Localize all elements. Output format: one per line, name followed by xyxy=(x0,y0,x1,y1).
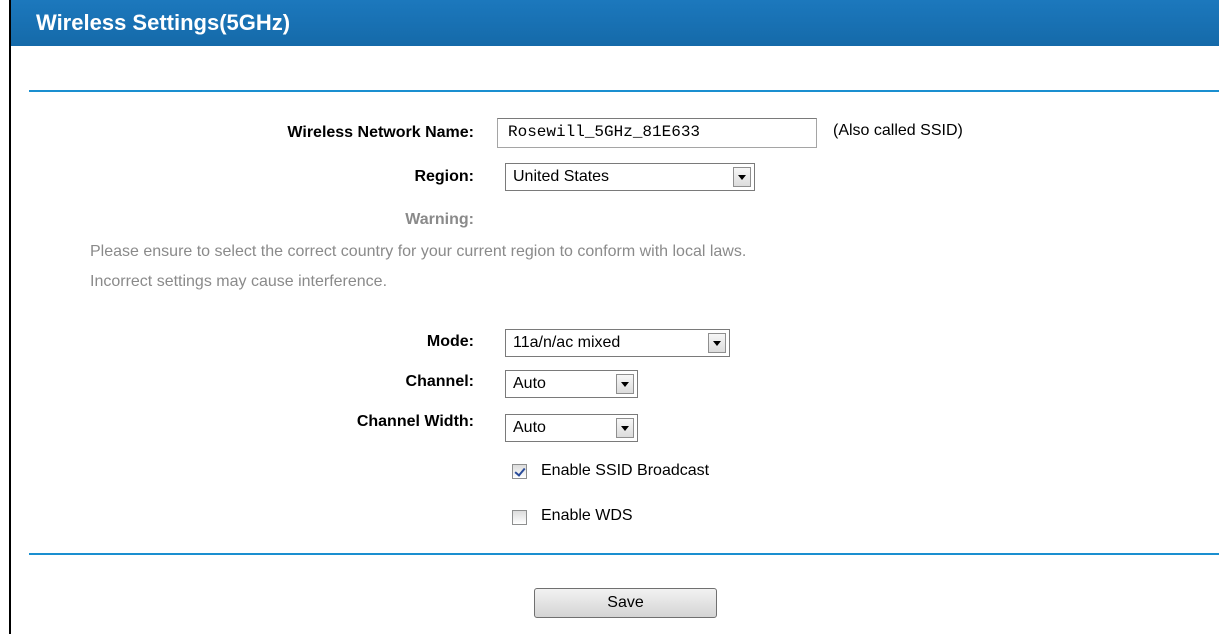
ssid-broadcast-checkbox[interactable] xyxy=(512,464,527,479)
save-button[interactable]: Save xyxy=(534,588,717,618)
ssid-hint: (Also called SSID) xyxy=(833,122,963,139)
chevron-down-icon[interactable] xyxy=(616,374,634,394)
channel-select[interactable]: Auto xyxy=(505,370,638,398)
chevron-down-icon[interactable] xyxy=(733,167,751,187)
channel-width-label: Channel Width: xyxy=(356,413,474,430)
top-divider xyxy=(29,90,1219,92)
wds-checkbox[interactable] xyxy=(512,510,527,525)
chevron-down-icon[interactable] xyxy=(616,418,634,438)
warning-label: Warning: xyxy=(405,211,474,228)
chevron-down-icon[interactable] xyxy=(708,333,726,353)
wireless-settings-page: Wireless Settings(5GHz) Wireless Network… xyxy=(0,0,1219,634)
mode-select[interactable]: 11a/n/ac mixed xyxy=(505,329,730,357)
region-selected-value: United States xyxy=(513,168,610,185)
wds-label[interactable]: Enable WDS xyxy=(541,507,633,525)
mode-label: Mode: xyxy=(426,333,474,350)
region-label: Region: xyxy=(414,168,474,185)
title-bar: Wireless Settings(5GHz) xyxy=(11,0,1219,46)
warning-text-line1: Please ensure to select the correct coun… xyxy=(90,243,747,260)
mode-selected-value: 11a/n/ac mixed xyxy=(513,334,621,351)
network-name-label: Wireless Network Name: xyxy=(287,124,474,141)
frame-left-border xyxy=(9,0,11,634)
network-name-input[interactable]: Rosewill_5GHz_81E633 xyxy=(497,118,817,148)
channel-selected-value: Auto xyxy=(513,375,546,392)
warning-text-line2: Incorrect settings may cause interferenc… xyxy=(90,273,388,290)
channel-width-selected-value: Auto xyxy=(513,419,546,436)
bottom-divider xyxy=(29,553,1219,555)
channel-width-select[interactable]: Auto xyxy=(505,414,638,442)
page-title: Wireless Settings(5GHz) xyxy=(36,10,291,35)
channel-label: Channel: xyxy=(405,373,474,390)
region-select[interactable]: United States xyxy=(505,163,755,191)
ssid-broadcast-label[interactable]: Enable SSID Broadcast xyxy=(541,462,709,480)
